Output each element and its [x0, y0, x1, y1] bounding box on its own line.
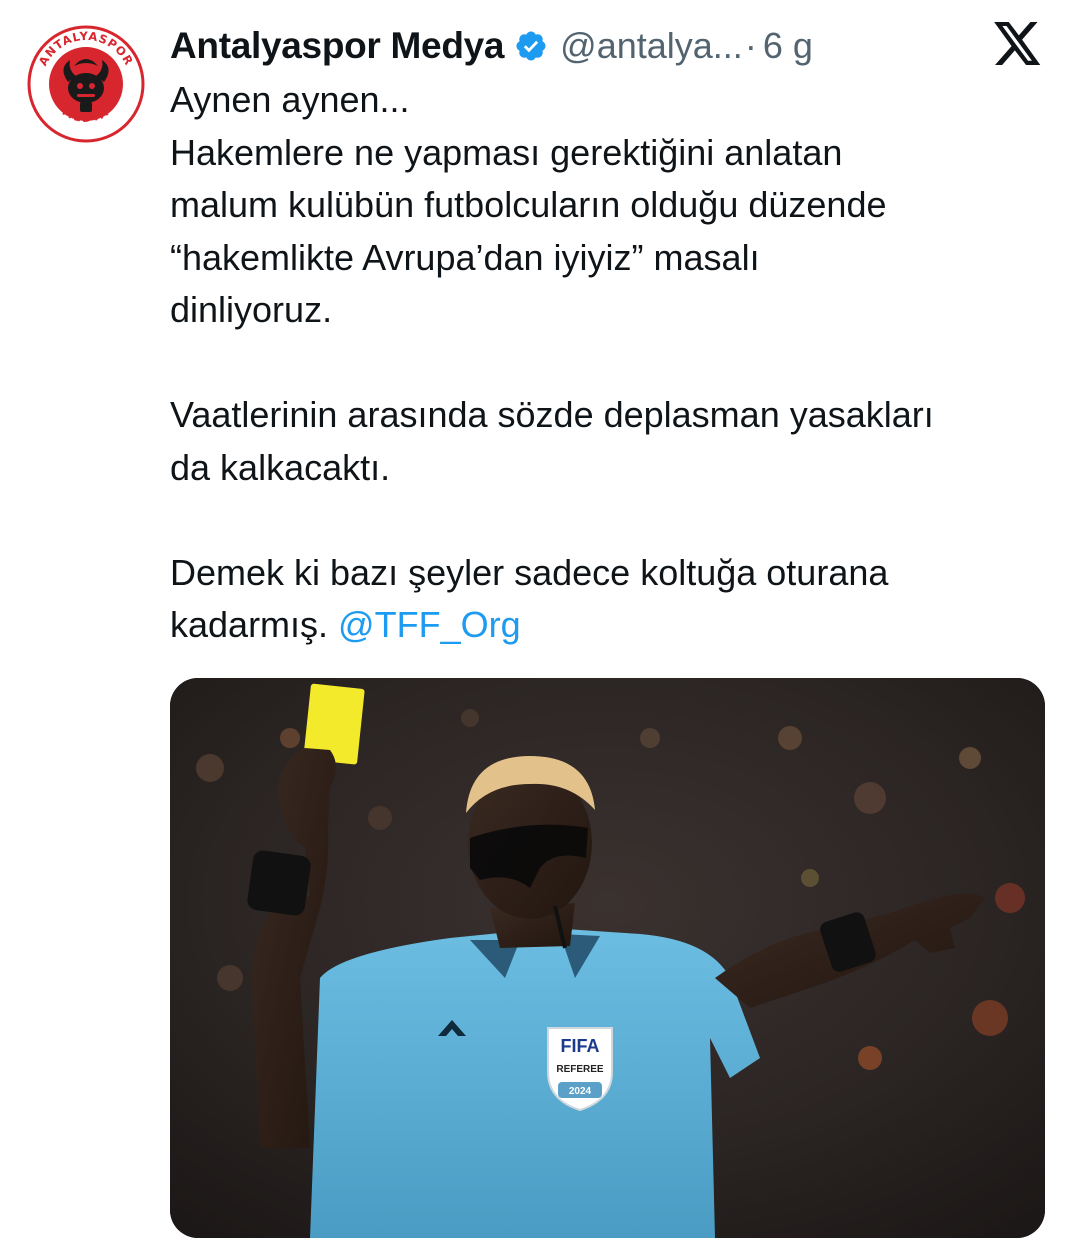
tweet-header: Antalyaspor Medya @antalya... · 6 g: [170, 18, 813, 74]
tweet-text-line: dinliyoruz.: [170, 289, 333, 330]
badge-title: FIFA: [561, 1036, 600, 1056]
badge-subtitle: REFEREE: [556, 1064, 604, 1075]
author-avatar[interactable]: ANTALYASPOR MEDYA: [24, 22, 148, 146]
author-name[interactable]: Antalyaspor Medya: [170, 25, 504, 67]
referee-photo: FIFA REFEREE 2024: [170, 678, 1045, 1238]
tweet-text-line: “hakemlikte Avrupa’dan iyiyiz” masalı: [170, 236, 760, 278]
tweet-text: Aynen aynen... Hakemlere ne yapması gere…: [170, 74, 1050, 652]
tweet-text-line: Aynen aynen...: [170, 79, 410, 120]
verified-badge-icon[interactable]: [514, 29, 548, 63]
tweet-text-line: Demek ki bazı şeyler sadece koltuğa otur…: [170, 551, 889, 593]
x-logo-icon[interactable]: [994, 22, 1042, 68]
tweet-card: ANTALYASPOR MEDYA Antalyaspor Medya @ant…: [0, 0, 1070, 1238]
tweet-text-line: malum kulübün futbolcuların olduğu düzen…: [170, 184, 887, 225]
tweet-text-last-line: kadarmış. @TFF_Org: [170, 599, 1050, 652]
tweet-text-prefix: kadarmış.: [170, 604, 339, 645]
badge-year: 2024: [569, 1086, 592, 1097]
paragraph-break: [170, 494, 1050, 547]
tweet-text-line: da kalkacaktı.: [170, 446, 391, 488]
tweet-media-image[interactable]: FIFA REFEREE 2024: [170, 678, 1045, 1238]
mention-link[interactable]: @TFF_Org: [338, 604, 521, 645]
author-handle[interactable]: @antalya...: [560, 25, 743, 67]
tweet-text-line: Vaatlerinin arasında sözde deplasman yas…: [170, 394, 934, 435]
header-separator: ·: [744, 25, 757, 66]
paragraph-break: [170, 337, 1050, 390]
tweet-timestamp[interactable]: 6 g: [763, 25, 813, 67]
tweet-text-line: Hakemlere ne yapması gerektiğini anlatan: [170, 131, 843, 173]
antalyaspor-medya-logo: ANTALYASPOR MEDYA: [26, 24, 146, 144]
